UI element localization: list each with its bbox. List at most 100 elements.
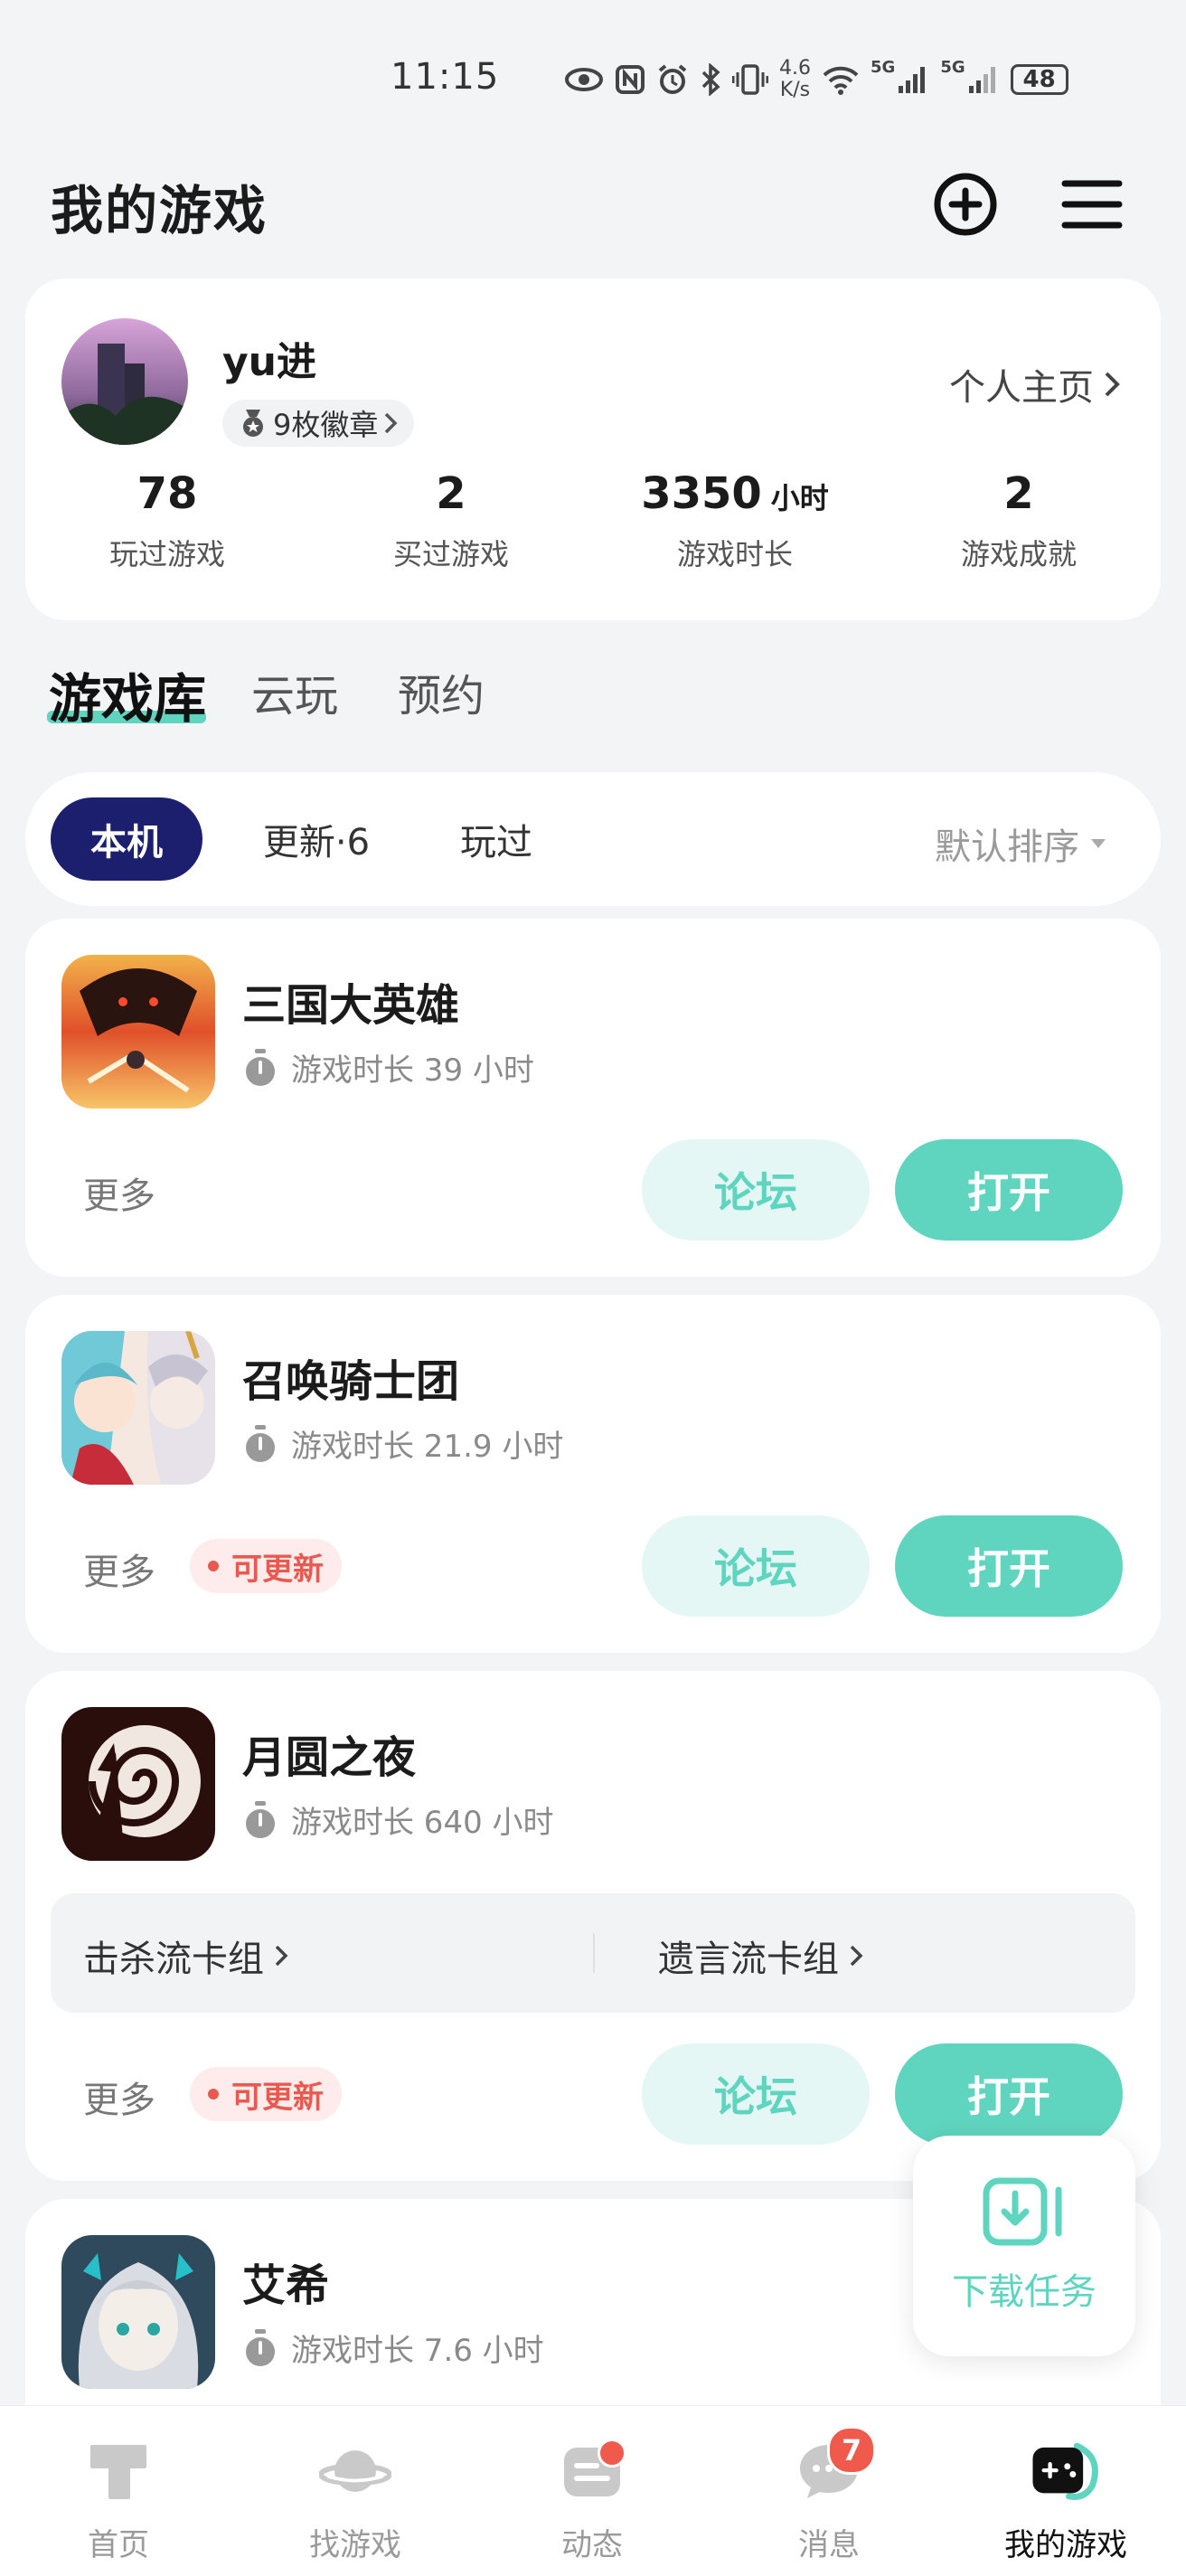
stat-label: 玩过游戏 (108, 537, 225, 571)
avatar[interactable] (61, 318, 188, 445)
net-speed-unit: K/s (779, 79, 811, 101)
game-icon[interactable] (61, 1707, 215, 1861)
stat-value: 2 (1003, 468, 1034, 519)
sort-label: 默认排序 (935, 826, 1079, 868)
game-name: 月圆之夜 (242, 1732, 417, 1783)
home-t-icon (90, 2445, 146, 2499)
playtime-text: 游戏时长 21.9 小时 (291, 1429, 564, 1465)
game-playtime: 游戏时长 640 小时 (242, 1798, 554, 1842)
game-icon[interactable] (61, 2235, 215, 2389)
game-card: 三国大英雄 游戏时长 39 小时 更多 论坛 打开 (25, 919, 1161, 1277)
cell-signal-icon (899, 67, 926, 93)
nav-item-messages[interactable]: 7 消息 (711, 2406, 947, 2576)
deck-link-legacy[interactable]: 遗言流卡组 (658, 1930, 864, 1982)
game-name: 三国大英雄 (242, 980, 460, 1031)
stat-achievements[interactable]: 2 游戏成就 (877, 468, 1161, 573)
game-playtime: 游戏时长 39 小时 (242, 1045, 534, 1090)
open-button[interactable]: 打开 (895, 1515, 1123, 1617)
stat-bought-games[interactable]: 2 买过游戏 (309, 468, 593, 573)
nav-item-my-games[interactable]: 我的游戏 (947, 2406, 1184, 2576)
badges-count: 9枚徽章 (273, 408, 379, 442)
stopwatch-icon (246, 1424, 275, 1462)
stopwatch-icon (246, 1048, 275, 1086)
update-dot (208, 1561, 219, 1571)
menu-button[interactable] (1054, 166, 1130, 242)
more-link[interactable]: 更多 (83, 1543, 155, 1595)
update-label: 可更新 (231, 1551, 324, 1588)
stat-play-time[interactable]: 3350 小时 游戏时长 (593, 468, 877, 573)
username: yu进 (222, 339, 317, 385)
chevron-right-icon (385, 412, 398, 434)
stat-unit: 小时 (770, 481, 829, 515)
playtime-text: 游戏时长 7.6 小时 (291, 2333, 544, 2369)
nav-item-feed[interactable]: 动态 (474, 2406, 711, 2576)
tab-cloud-play[interactable]: 云玩 (251, 660, 338, 723)
badges-button[interactable]: 9枚徽章 (222, 400, 415, 447)
battery-level: 48 (1022, 66, 1056, 93)
signal-label-2: 5G (940, 58, 965, 77)
unread-count-badge: 7 (827, 2426, 876, 2475)
update-dot (208, 2089, 219, 2099)
filter-chip-played[interactable]: 玩过 (419, 797, 573, 881)
nav-label: 我的游戏 (1004, 2527, 1127, 2563)
battery-icon: 48 (1010, 64, 1068, 95)
profile-card: yu进 9枚徽章 个人主页 78 玩过游戏 2 买过游戏 3350 小时 游戏时长… (25, 278, 1161, 620)
filter-chip-local[interactable]: 本机 (51, 797, 202, 881)
stat-played-games[interactable]: 78 玩过游戏 (25, 468, 309, 573)
more-link[interactable]: 更多 (83, 2071, 155, 2123)
tab-reservations[interactable]: 预约 (398, 660, 485, 723)
stopwatch-icon (246, 2328, 275, 2366)
download-tasks-button[interactable]: 下载任务 (913, 2136, 1135, 2356)
add-circle-icon (934, 173, 997, 236)
update-label: 可更新 (231, 2079, 324, 2116)
forum-button[interactable]: 论坛 (642, 2043, 870, 2145)
wifi-icon (823, 66, 859, 95)
notification-dot (598, 2439, 626, 2467)
forum-button[interactable]: 论坛 (642, 1139, 870, 1241)
caret-down-icon (1091, 839, 1106, 848)
homepage-link[interactable]: 个人主页 (949, 358, 1121, 410)
status-time: 11:15 (391, 56, 500, 98)
stat-label: 游戏成就 (960, 537, 1077, 571)
deck-label: 遗言流卡组 (658, 1939, 839, 1980)
playtime-text: 游戏时长 640 小时 (291, 1805, 554, 1841)
nav-item-find-games[interactable]: 找游戏 (237, 2406, 474, 2576)
stat-label: 游戏时长 (676, 537, 793, 571)
game-icon[interactable] (61, 1331, 215, 1485)
nav-item-home[interactable]: 首页 (0, 2406, 237, 2576)
deck-link-kill[interactable]: 击杀流卡组 (83, 1930, 289, 1982)
alarm-icon (658, 64, 687, 94)
update-available-badge[interactable]: 可更新 (190, 1539, 342, 1593)
nav-label: 动态 (561, 2527, 623, 2563)
deck-label: 击杀流卡组 (83, 1939, 264, 1980)
game-icon[interactable] (61, 955, 215, 1109)
divider (593, 1933, 595, 1973)
game-playtime: 游戏时长 7.6 小时 (242, 2326, 544, 2370)
open-button[interactable]: 打开 (895, 1139, 1123, 1241)
medal-icon (243, 410, 263, 437)
more-link[interactable]: 更多 (83, 1166, 155, 1219)
page-title: 我的游戏 (51, 180, 268, 241)
stopwatch-icon (246, 1800, 275, 1838)
filter-bar: 本机 更新·6 玩过 默认排序 (25, 772, 1161, 906)
game-card: 召唤骑士团 游戏时长 21.9 小时 更多 可更新 论坛 打开 (25, 1295, 1161, 1653)
deck-shortcuts: 击杀流卡组 遗言流卡组 (51, 1893, 1135, 2013)
menu-icon (1061, 180, 1123, 229)
stat-value: 78 (136, 468, 198, 519)
sort-dropdown[interactable]: 默认排序 (935, 817, 1106, 870)
game-name: 召唤骑士团 (242, 1356, 460, 1407)
nfc-icon (616, 65, 645, 94)
chevron-right-icon (1105, 372, 1120, 397)
forum-button[interactable]: 论坛 (642, 1515, 870, 1617)
filter-chip-updates[interactable]: 更新·6 (226, 797, 407, 881)
game-name: 艾希 (242, 2260, 330, 2311)
planet-icon (319, 2450, 391, 2492)
playtime-text: 游戏时长 39 小时 (291, 1052, 534, 1089)
update-available-badge[interactable]: 可更新 (190, 2067, 342, 2121)
open-button[interactable]: 打开 (895, 2043, 1123, 2145)
download-tasks-label: 下载任务 (952, 2271, 1097, 2313)
tab-game-library[interactable]: 游戏库 (49, 656, 206, 732)
download-icon (983, 2177, 1062, 2246)
add-button[interactable] (927, 166, 1003, 242)
status-icons: 4.6 K/s 5G 5G 48 (564, 58, 1068, 101)
